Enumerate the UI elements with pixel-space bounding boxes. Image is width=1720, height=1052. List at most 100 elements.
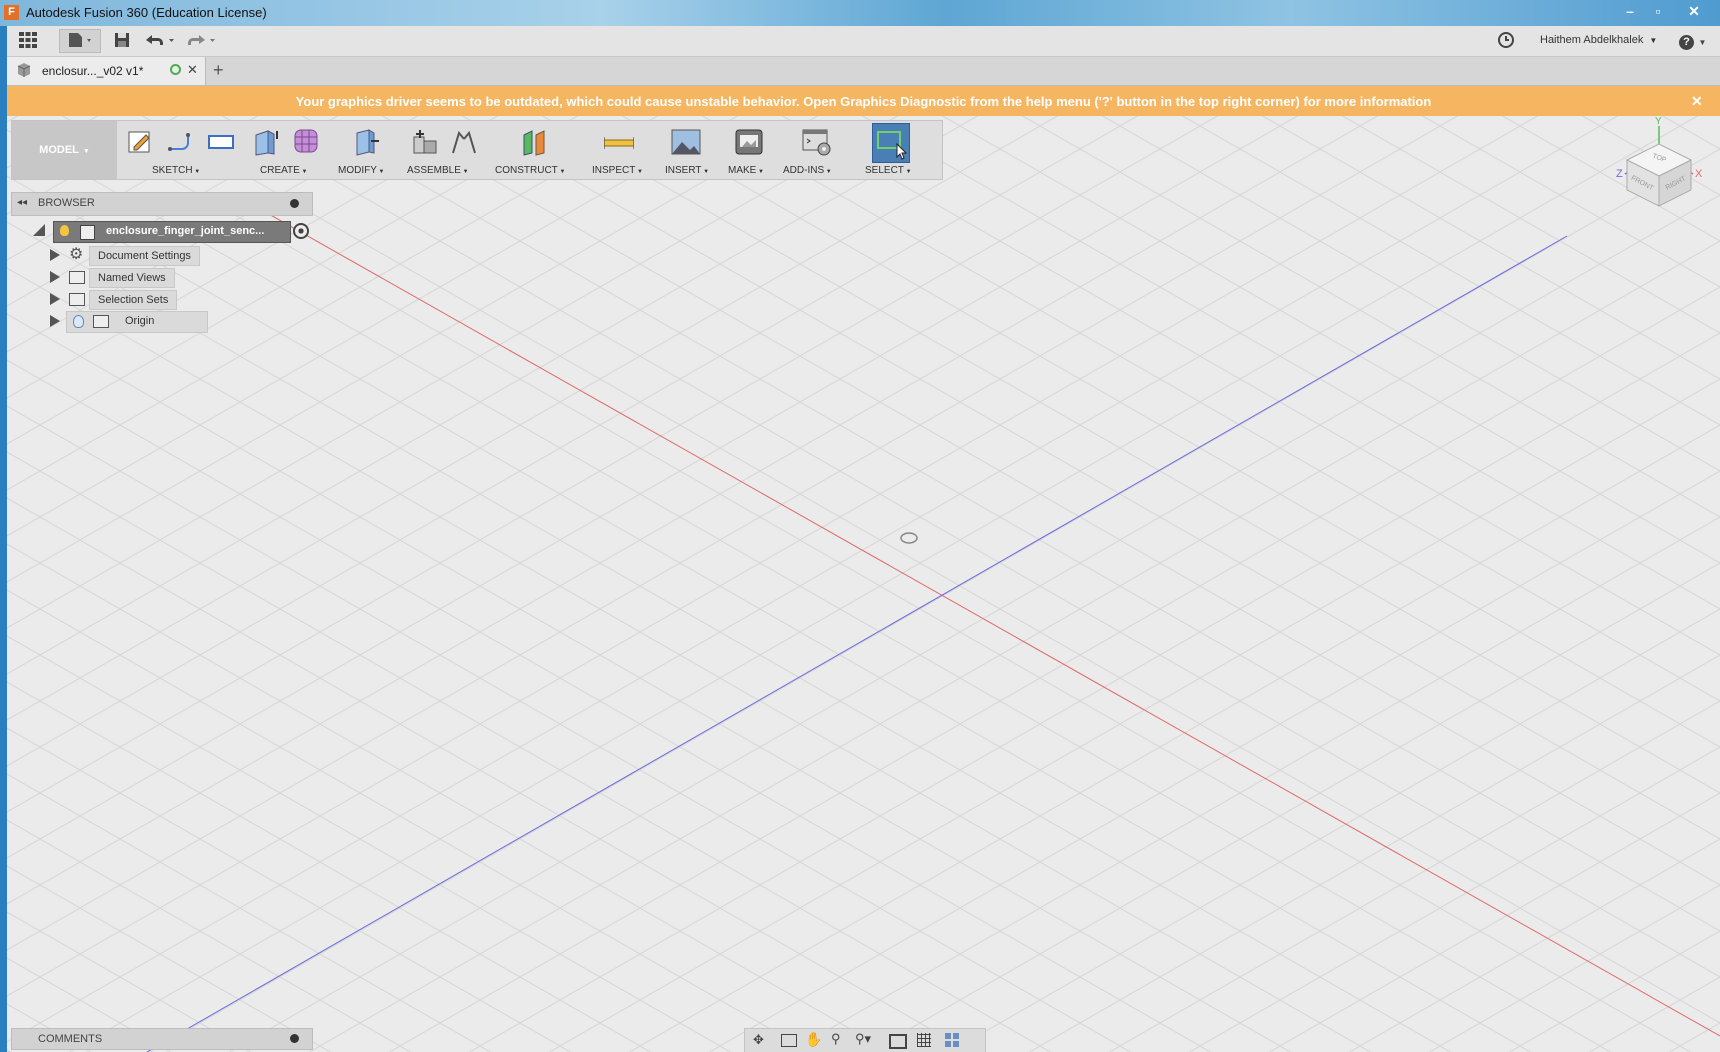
browser-title: BROWSER [38, 197, 95, 209]
undo-icon[interactable] [142, 31, 178, 51]
make-menu-button[interactable]: MAKE ▼ [728, 165, 764, 176]
display-settings-icon[interactable] [889, 1034, 907, 1049]
view-cube[interactable]: Y X Z TOP FRONT RIGHT [1597, 116, 1717, 226]
chevron-down-icon: ▼ [192, 169, 201, 175]
folder-icon [69, 271, 85, 284]
browser-node-document-settings[interactable]: ⚙ Document Settings [47, 245, 247, 266]
press-pull-icon[interactable] [351, 127, 381, 157]
joint-icon[interactable] [449, 127, 479, 157]
look-at-icon[interactable] [781, 1034, 797, 1047]
inspect-menu-button[interactable]: INSPECT ▼ [592, 165, 643, 176]
node-label: Named Views [89, 268, 175, 288]
expand-triangle-icon[interactable] [50, 293, 60, 305]
chevron-down-icon: ▼ [756, 169, 764, 175]
expand-triangle-icon[interactable] [50, 315, 60, 327]
modify-menu-button[interactable]: MODIFY ▼ [338, 165, 385, 176]
scripts-addins-icon[interactable] [802, 127, 832, 157]
chevron-down-icon: ▼ [557, 169, 566, 175]
orbit-icon[interactable]: ✥ [753, 1032, 764, 1048]
gear-icon: ⚙ [69, 246, 84, 263]
viewports-icon[interactable] [945, 1033, 959, 1047]
visibility-bulb-icon[interactable] [60, 225, 69, 236]
redo-icon[interactable] [183, 31, 219, 51]
pan-hand-icon[interactable]: ✋ [805, 1031, 822, 1048]
sketch-group: SKETCH ▼ [122, 121, 247, 179]
add-ins-menu-button[interactable]: ADD-INS ▼ [783, 165, 832, 176]
activate-component-icon[interactable] [293, 223, 309, 239]
create-label: CREATE [260, 165, 300, 176]
create-menu-button[interactable]: CREATE ▼ [260, 165, 307, 176]
make-label: MAKE [728, 165, 757, 176]
close-banner-icon[interactable]: ✕ [1691, 93, 1703, 110]
inspect-label: INSPECT [592, 165, 636, 176]
new-component-icon[interactable] [411, 127, 441, 157]
close-tab-icon[interactable]: ✕ [187, 62, 198, 78]
file-menu-button[interactable] [59, 29, 101, 53]
zoom-icon[interactable]: ⚲ [831, 1031, 841, 1047]
maximize-button[interactable]: ▫ [1645, 2, 1671, 20]
browser-node-named-views[interactable]: Named Views [47, 267, 247, 288]
select-menu-button[interactable]: SELECT ▼ [865, 165, 912, 176]
chevron-down-icon: ▼ [460, 169, 469, 175]
form-tool-icon[interactable] [292, 127, 322, 157]
sketch-menu-button[interactable]: SKETCH ▼ [152, 165, 200, 176]
close-window-button[interactable]: ✕ [1681, 2, 1707, 20]
extrude-icon[interactable] [252, 127, 282, 157]
insert-group: INSERT ▼ [657, 121, 717, 179]
assemble-menu-button[interactable]: ASSEMBLE ▼ [407, 165, 469, 176]
chevron-down-icon: ▼ [1649, 36, 1658, 45]
new-tab-button[interactable]: + [213, 60, 224, 81]
axis-y-label: Y [1655, 116, 1662, 127]
canvas-grid [7, 116, 1720, 1052]
tab-enclosure-document[interactable]: enclosur..._v02 v1* ✕ [7, 57, 206, 85]
chevron-down-icon: ▼ [635, 169, 643, 175]
minimize-button[interactable]: – [1617, 2, 1643, 20]
line-tool-icon[interactable] [166, 127, 196, 157]
job-status-clock-icon[interactable] [1495, 31, 1517, 51]
canvas-viewport[interactable]: MODEL ▼ SKETCH ▼ CREATE ▼ MODIFY ▼ ASSEM… [7, 116, 1720, 1052]
document-cube-icon [16, 62, 32, 83]
browser-node-selection-sets[interactable]: Selection Sets [47, 289, 247, 310]
document-icon [80, 225, 95, 240]
construct-menu-button[interactable]: CONSTRUCT ▼ [495, 165, 565, 176]
create-sketch-icon[interactable] [126, 127, 156, 157]
measure-icon[interactable] [603, 127, 635, 157]
browser-panel-header[interactable]: ◂◂ BROWSER [11, 192, 313, 216]
browser-root-node[interactable]: enclosure_finger_joint_senc... [27, 221, 317, 243]
insert-image-icon[interactable] [671, 127, 701, 157]
save-icon[interactable] [111, 31, 133, 51]
user-account-menu[interactable]: Haithem Abdelkhalek ▼ [1540, 34, 1657, 46]
browser-node-origin[interactable]: Origin [47, 311, 247, 333]
collapse-triangle-icon[interactable] [33, 224, 45, 236]
axis-x-label: X [1695, 168, 1703, 180]
graphics-driver-warning-banner: Your graphics driver seems to be outdate… [7, 86, 1720, 116]
help-menu-button[interactable]: ? ▼ [1679, 32, 1715, 50]
select-tool-icon[interactable] [872, 123, 910, 163]
collapse-browser-icon[interactable]: ◂◂ [17, 197, 27, 208]
visibility-bulb-off-icon[interactable] [73, 315, 84, 328]
data-panel-grid-icon[interactable] [17, 31, 39, 51]
offset-plane-icon[interactable] [520, 127, 550, 157]
sketch-label: SKETCH [152, 165, 193, 176]
root-node-label: enclosure_finger_joint_senc... [106, 225, 265, 237]
rectangle-tool-icon[interactable] [206, 127, 236, 157]
chevron-down-icon: ▼ [299, 169, 308, 175]
workspace-switcher-button[interactable]: MODEL ▼ [12, 121, 117, 179]
node-label: Selection Sets [89, 290, 178, 310]
3d-print-icon[interactable] [734, 127, 764, 157]
chevron-down-icon: ▼ [1698, 38, 1707, 47]
add-comment-icon[interactable] [290, 1034, 299, 1043]
grid-settings-icon[interactable] [917, 1033, 931, 1047]
expand-triangle-icon[interactable] [50, 249, 60, 261]
make-group: MAKE ▼ [722, 121, 777, 179]
fit-zoom-icon[interactable]: ⚲▾ [855, 1031, 871, 1047]
comments-panel-header[interactable]: COMMENTS [11, 1028, 313, 1050]
add-ins-group: ADD-INS ▼ [782, 121, 852, 179]
quick-access-bar: Haithem Abdelkhalek ▼ ? ▼ [7, 26, 1720, 57]
insert-menu-button[interactable]: INSERT ▼ [665, 165, 709, 176]
application-frame: Haithem Abdelkhalek ▼ ? ▼ enclosur..._v0… [7, 26, 1720, 1052]
assemble-label: ASSEMBLE [407, 165, 461, 176]
browser-minimize-icon[interactable] [290, 199, 299, 208]
expand-triangle-icon[interactable] [50, 271, 60, 283]
assemble-group: ASSEMBLE ▼ [407, 121, 487, 179]
